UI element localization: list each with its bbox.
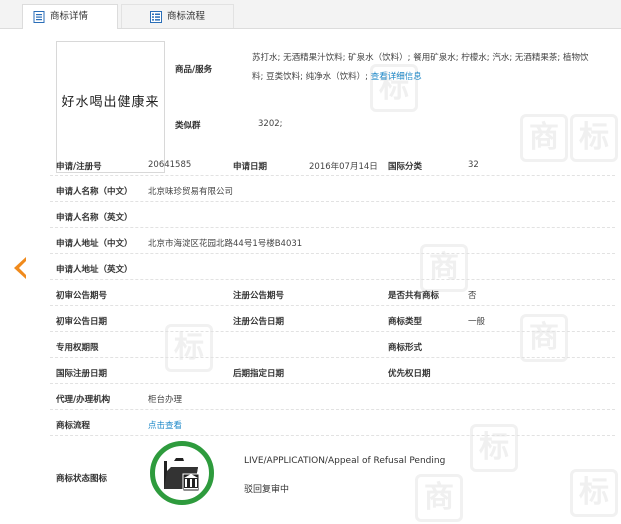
intl-class-value: 32 xyxy=(468,160,479,170)
goods-services-value: 苏打水; 无酒精果汁饮料; 矿泉水（饮料）; 餐用矿泉水; 柠檬水; 汽水; 无… xyxy=(252,49,597,87)
similar-group-value: 3202; xyxy=(258,119,283,129)
prev-arrow-icon-inner xyxy=(19,261,26,275)
row-divider xyxy=(50,409,615,410)
row-divider xyxy=(50,331,615,332)
tab-trademark-process[interactable]: 商标流程 xyxy=(121,4,234,28)
watermark: 商 xyxy=(420,244,468,292)
row-divider xyxy=(50,435,615,436)
reg-no-value: 20641585 xyxy=(148,160,192,170)
folder-court-icon xyxy=(164,458,200,492)
status-cn-text: 驳回复审中 xyxy=(244,485,290,495)
applicant-cn-value: 北京味珍贸易有限公司 xyxy=(148,187,234,197)
status-badge xyxy=(150,441,214,505)
tm-type-value: 一般 xyxy=(468,317,486,327)
watermark: 标 xyxy=(570,114,618,162)
reg-pub-date-label: 注册公告日期 xyxy=(233,317,285,327)
tab-label: 商标详情 xyxy=(50,11,89,22)
later-designation-date-label: 后期指定日期 xyxy=(233,369,285,379)
intl-reg-date-label: 国际注册日期 xyxy=(56,369,108,379)
apply-date-label: 申请日期 xyxy=(233,162,268,172)
list-icon xyxy=(150,11,162,23)
watermark: 商 xyxy=(415,474,463,522)
trademark-logo-text: 好水喝出健康来 xyxy=(61,95,160,110)
agent-label: 代理/办理机构 xyxy=(56,395,111,405)
intl-class-label: 国际分类 xyxy=(388,162,423,172)
watermark: 标 xyxy=(470,424,518,472)
trademark-logo: 好水喝出健康来 xyxy=(56,41,165,173)
row-divider xyxy=(50,227,615,228)
address-cn-value: 北京市海淀区花园北路44号1号楼B4031 xyxy=(148,239,303,249)
address-cn-label: 申请人地址（中文） xyxy=(56,239,133,249)
tab-trademark-details[interactable]: 商标详情 xyxy=(22,4,118,29)
row-divider xyxy=(50,305,615,306)
row-divider xyxy=(50,175,615,176)
trademark-detail-panel: 标 商 标 商 标 商 标 商 标 好水喝出健康来 商品/服务 苏打水; 无酒精… xyxy=(0,29,621,524)
tab-bar: 商标详情 商标流程 xyxy=(0,0,621,29)
shared-value: 否 xyxy=(468,291,477,301)
reg-pub-no-label: 注册公告期号 xyxy=(233,291,285,301)
watermark: 商 xyxy=(520,114,568,162)
applicant-cn-label: 申请人名称（中文） xyxy=(56,187,133,197)
agent-value: 柜台办理 xyxy=(148,395,183,405)
similar-group-label: 类似群 xyxy=(175,121,201,131)
document-icon xyxy=(33,11,45,23)
status-en-text: LIVE/APPLICATION/Appeal of Refusal Pendi… xyxy=(244,456,446,466)
row-divider xyxy=(50,279,615,280)
exclusive-period-label: 专用权期限 xyxy=(56,343,99,353)
reg-no-label: 申请/注册号 xyxy=(56,162,102,172)
tm-process-label: 商标流程 xyxy=(56,421,91,431)
address-en-label: 申请人地址（英文） xyxy=(56,265,133,275)
view-details-link[interactable]: 查看详细信息 xyxy=(371,72,422,82)
view-process-link[interactable]: 点击查看 xyxy=(148,419,182,431)
apply-date-value: 2016年07月14日 xyxy=(309,162,378,172)
shared-label: 是否共有商标 xyxy=(388,291,440,301)
watermark: 标 xyxy=(570,469,618,517)
tm-type-label: 商标类型 xyxy=(388,317,423,327)
tab-label: 商标流程 xyxy=(167,11,206,22)
priority-date-label: 优先权日期 xyxy=(388,369,431,379)
row-divider xyxy=(50,201,615,202)
prelim-pub-no-label: 初审公告期号 xyxy=(56,291,108,301)
goods-services-label: 商品/服务 xyxy=(175,65,213,75)
status-icon-label: 商标状态图标 xyxy=(56,474,108,484)
prelim-pub-date-label: 初审公告日期 xyxy=(56,317,108,327)
applicant-en-label: 申请人名称（英文） xyxy=(56,213,133,223)
row-divider xyxy=(50,357,615,358)
row-divider xyxy=(50,383,615,384)
row-divider xyxy=(50,253,615,254)
watermark: 商 xyxy=(520,314,568,362)
tm-form-label: 商标形式 xyxy=(388,343,423,353)
